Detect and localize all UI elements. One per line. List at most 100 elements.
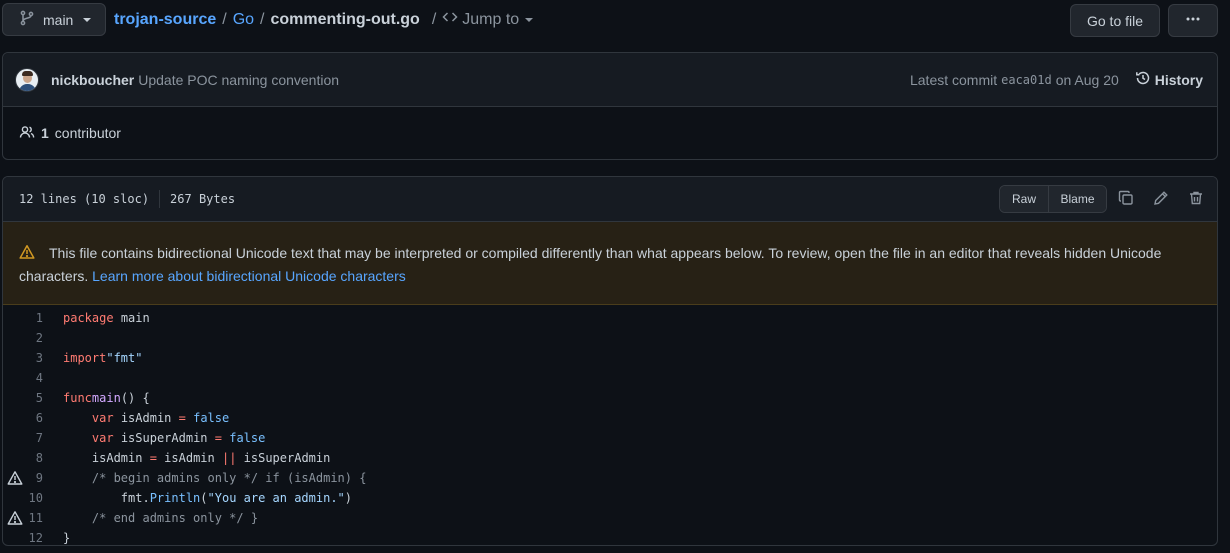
breadcrumb-separator: / <box>260 10 265 28</box>
code-line: 6 var isAdmin = false <box>3 408 1217 428</box>
line-number[interactable]: 2 <box>3 331 47 345</box>
file-line-count: 12 lines (10 sloc) <box>19 192 150 206</box>
commit-sha-link[interactable]: eaca01d <box>1001 73 1052 87</box>
code-token: isAdmin <box>120 411 172 425</box>
code-line: 3 import"fmt" <box>3 348 1217 368</box>
code-token: var <box>91 411 114 425</box>
breadcrumb-file-name: commenting-out.go <box>270 10 420 28</box>
file-navigation: main trojan-source / Go / commenting-out… <box>2 3 1218 37</box>
line-number[interactable]: 7 <box>3 431 47 445</box>
code-token: package <box>63 311 114 325</box>
bidi-alert-icon[interactable] <box>7 470 23 486</box>
code-icon <box>442 9 458 30</box>
file-size: 267 Bytes <box>170 192 236 206</box>
code-token: false <box>193 411 230 425</box>
line-content: /* end admins only */ } <box>47 511 258 525</box>
code-token: "You are an admin." <box>207 491 345 505</box>
commit-author-link[interactable]: nickboucher <box>51 72 134 88</box>
code-token: isSuperAdmin <box>243 451 331 465</box>
line-content: fmt.Println("You are an admin.") <box>47 491 352 505</box>
learn-more-link[interactable]: Learn more about bidirectional Unicode c… <box>92 268 406 284</box>
chevron-down-icon <box>525 17 534 22</box>
breadcrumb-repo-link[interactable]: trojan-source <box>114 11 216 29</box>
history-label: History <box>1154 71 1203 88</box>
code-token: = <box>149 451 157 465</box>
code-line: 9 /* begin admins only */ if (isAdmin) { <box>3 468 1217 488</box>
blame-button[interactable]: Blame <box>1049 186 1106 212</box>
line-content: var isAdmin = false <box>47 411 229 425</box>
code-token: isAdmin <box>164 451 222 465</box>
line-number[interactable]: 12 <box>3 531 47 545</box>
breadcrumb-separator: / <box>222 10 227 28</box>
line-content: isAdmin = isAdmin || isSuperAdmin <box>47 451 330 465</box>
line-number[interactable]: 10 <box>3 491 47 505</box>
commit-message-link[interactable]: Update POC naming convention <box>138 72 339 88</box>
file-viewer: 12 lines (10 sloc) 267 Bytes Raw Blame T… <box>2 176 1218 546</box>
line-number[interactable]: 3 <box>3 351 47 365</box>
code-line: 11 /* end admins only */ } <box>3 508 1217 528</box>
contributors-count: 1 <box>41 125 49 141</box>
chevron-down-icon <box>83 17 92 22</box>
branch-select-button[interactable]: main <box>2 3 106 36</box>
contributors-row[interactable]: 1 contributor <box>3 107 1217 159</box>
code-token: = <box>214 431 222 445</box>
pencil-icon[interactable] <box>1152 189 1170 207</box>
jump-to-button[interactable]: / Jump to <box>430 9 534 30</box>
people-icon <box>19 124 35 143</box>
line-number[interactable]: 8 <box>3 451 47 465</box>
code-line: 2 <box>3 328 1217 348</box>
trash-icon[interactable] <box>1187 189 1205 207</box>
commit-meta: Latest commit eaca01d on Aug 20 History <box>910 70 1203 89</box>
alert-icon <box>19 244 35 266</box>
copy-icon[interactable] <box>1117 189 1135 207</box>
line-number[interactable]: 4 <box>3 371 47 385</box>
code-token: import <box>63 351 107 365</box>
bidi-warning-banner: This file contains bidirectional Unicode… <box>3 222 1217 305</box>
commit-row: nickboucher Update POC naming convention… <box>3 53 1217 107</box>
code-line: 7 var isSuperAdmin = false <box>3 428 1217 448</box>
line-content: import"fmt" <box>47 351 142 365</box>
kebab-horizontal-icon <box>1185 11 1201 30</box>
code-line: 4 <box>3 368 1217 388</box>
code-token: /* begin admins only */ if (isAdmin) { <box>91 471 367 485</box>
raw-button[interactable]: Raw <box>1000 186 1049 212</box>
code-token: Println <box>149 491 201 505</box>
line-content: var isSuperAdmin = false <box>47 431 265 445</box>
line-number[interactable]: 6 <box>3 411 47 425</box>
code-token: main <box>120 311 150 325</box>
code-listing: 1 package main 2 3 import"fmt" 4 5 funcmain() {… <box>3 305 1217 545</box>
code-token: isSuperAdmin <box>120 431 208 445</box>
line-number[interactable]: 1 <box>3 311 47 325</box>
more-options-button[interactable] <box>1168 4 1218 37</box>
breadcrumb-folder-link[interactable]: Go <box>233 11 254 29</box>
jump-to-label: Jump to <box>462 10 520 28</box>
latest-commit-label: Latest commit <box>909 71 998 88</box>
code-token: false <box>229 431 266 445</box>
history-link[interactable]: History <box>1135 70 1203 89</box>
line-content: package main <box>47 311 150 325</box>
code-line: 8 isAdmin = isAdmin || isSuperAdmin <box>3 448 1217 468</box>
code-token: ( <box>200 491 208 505</box>
avatar[interactable] <box>15 67 39 92</box>
code-token: || <box>221 451 237 465</box>
latest-commit-box: nickboucher Update POC naming convention… <box>2 52 1218 160</box>
code-token: /* end admins only */ } <box>91 511 259 525</box>
branch-name: main <box>43 11 74 28</box>
line-content: /* begin admins only */ if (isAdmin) { <box>47 471 367 485</box>
line-content: } <box>47 531 70 545</box>
code-token: ) <box>344 491 353 505</box>
divider <box>159 190 161 208</box>
line-number[interactable]: 5 <box>3 391 47 405</box>
file-header: 12 lines (10 sloc) 267 Bytes Raw Blame <box>3 177 1217 222</box>
commit-date: on Aug 20 <box>1055 71 1119 88</box>
breadcrumb: trojan-source / Go / commenting-out.go /… <box>114 3 534 36</box>
git-branch-icon <box>19 10 35 29</box>
bidi-alert-icon[interactable] <box>7 510 23 526</box>
code-token: () { <box>120 391 150 405</box>
go-to-file-button[interactable]: Go to file <box>1070 4 1160 37</box>
code-token: main <box>91 391 121 405</box>
code-line: 1 package main <box>3 308 1217 328</box>
raw-blame-group: Raw Blame <box>999 185 1107 213</box>
